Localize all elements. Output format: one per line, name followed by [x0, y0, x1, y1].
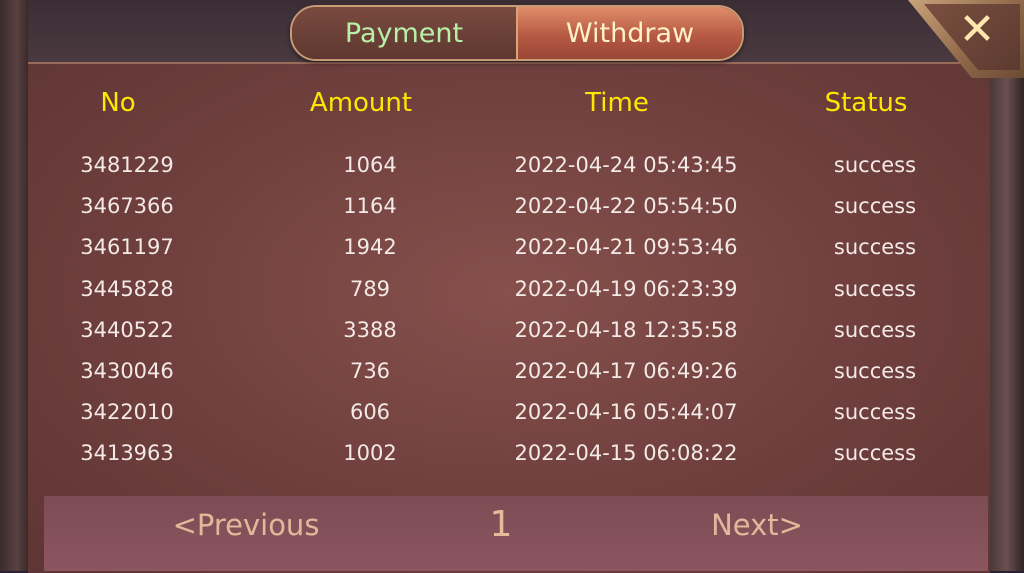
- current-page-number: 1: [489, 504, 513, 545]
- cell-time: 2022-04-15 06:08:22: [514, 441, 738, 466]
- cell-time: 2022-04-19 06:23:39: [514, 276, 738, 301]
- cell-amount: 1164: [343, 194, 397, 219]
- cell-time: 2022-04-21 09:53:46: [514, 235, 738, 260]
- table-row: 3430046 736 2022-04-17 06:49:26 success: [0, 353, 1024, 389]
- table-row: 3440522 3388 2022-04-18 12:35:58 success: [0, 312, 1024, 348]
- cell-no: 3413963: [80, 441, 174, 466]
- cell-status: success: [833, 276, 917, 301]
- cell-time: 2022-04-17 06:49:26: [514, 359, 738, 383]
- table-row: 3445828 789 2022-04-19 06:23:39 success: [0, 271, 1024, 307]
- table-row: 3467366 1164 2022-04-22 05:54:50 success: [0, 188, 1024, 224]
- cell-amount: 789: [349, 276, 391, 301]
- cell-status: success: [833, 235, 917, 260]
- cell-amount: 736: [349, 359, 391, 383]
- cell-time: 2022-04-16 05:44:07: [514, 400, 738, 425]
- cell-no: 3461197: [80, 235, 174, 260]
- cell-time: 2022-04-18 12:35:58: [514, 317, 738, 342]
- cell-time: 2022-04-24 05:43:45: [514, 153, 738, 177]
- table-row: 3413963 1002 2022-04-15 06:08:22 success: [0, 435, 1024, 471]
- cell-no: 3481229: [80, 153, 174, 177]
- cell-status: success: [833, 441, 917, 466]
- column-header-time: Time: [585, 88, 649, 118]
- next-page-button[interactable]: Next>: [711, 508, 803, 542]
- cell-status: success: [833, 153, 917, 177]
- cell-status: success: [833, 317, 917, 342]
- column-header-no: No: [100, 88, 136, 118]
- cell-status: success: [833, 359, 917, 383]
- table-row: 3481229 1064 2022-04-24 05:43:45 success: [0, 147, 1024, 183]
- cell-no: 3422010: [80, 400, 174, 425]
- tab-withdraw[interactable]: Withdraw: [516, 7, 742, 59]
- cell-amount: 606: [349, 400, 391, 425]
- cell-amount: 3388: [343, 317, 397, 342]
- cell-status: success: [833, 194, 917, 219]
- column-header-status: Status: [824, 88, 908, 118]
- close-icon[interactable]: ✕: [955, 8, 999, 52]
- cell-amount: 1002: [343, 441, 397, 466]
- previous-page-button[interactable]: <Previous: [173, 508, 320, 542]
- cell-no: 3467366: [80, 194, 174, 219]
- cell-no: 3440522: [80, 317, 174, 342]
- table-row: 3461197 1942 2022-04-21 09:53:46 success: [0, 229, 1024, 265]
- table-row: 3422010 606 2022-04-16 05:44:07 success: [0, 394, 1024, 430]
- column-header-amount: Amount: [309, 88, 413, 118]
- cell-no: 3430046: [80, 359, 174, 383]
- tab-group: Payment Withdraw: [290, 5, 744, 61]
- cell-no: 3445828: [80, 276, 174, 301]
- cell-status: success: [833, 400, 917, 425]
- cell-time: 2022-04-22 05:54:50: [514, 194, 738, 219]
- cell-amount: 1064: [343, 153, 397, 177]
- tab-payment[interactable]: Payment: [292, 7, 516, 59]
- cell-amount: 1942: [343, 235, 397, 260]
